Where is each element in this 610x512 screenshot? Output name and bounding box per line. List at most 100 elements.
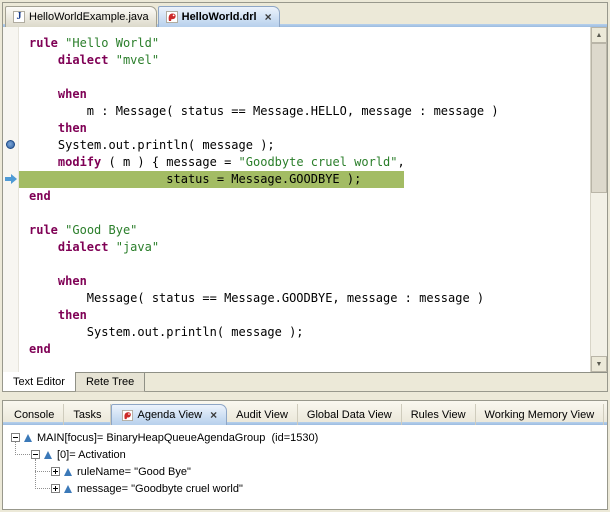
horizontal-sash[interactable] [2, 392, 608, 400]
code-line: System.out.println( message ); [19, 324, 590, 341]
code-string: "Goodbyte cruel world" [239, 155, 398, 169]
code-line: end [19, 341, 590, 358]
code-string: "Hello World" [65, 36, 159, 50]
code-line: rule "Good Bye" [19, 222, 590, 239]
code-line: Message( status == Message.GOODBYE, mess… [19, 290, 590, 307]
view-tab-label: Working Memory View [485, 409, 595, 421]
eclipse-workbench: J HelloWorldExample.java HelloWorld.drl … [0, 0, 610, 512]
scrollbar-track[interactable] [591, 193, 607, 356]
code-line: when [19, 86, 590, 103]
fact-triangle-icon [24, 434, 32, 442]
tree-item-label: message= "Goodbyte cruel world" [77, 483, 243, 495]
close-view-icon[interactable]: × [210, 410, 217, 420]
collapse-icon[interactable] [11, 433, 20, 442]
view-tab-label: Tasks [73, 409, 101, 421]
expand-icon[interactable] [51, 484, 60, 493]
view-tab-working-memory-view[interactable]: Working Memory View [476, 404, 605, 425]
java-file-icon: J [13, 11, 25, 23]
code-keyword: end [29, 189, 51, 203]
view-tab-label: Rules View [411, 409, 466, 421]
editor-tab-label: HelloWorld.drl [182, 11, 257, 23]
scrollbar-thumb[interactable] [591, 43, 607, 193]
view-tab-audit-view[interactable]: Audit View [227, 404, 298, 425]
scroll-down-icon[interactable]: ▼ [591, 356, 607, 372]
code-text: System.out.println( message ); [29, 138, 275, 152]
code-line: then [19, 120, 590, 137]
scroll-up-icon[interactable]: ▲ [591, 27, 607, 43]
view-tab-junit[interactable]: JUnit [604, 404, 610, 425]
collapse-icon[interactable] [31, 450, 40, 459]
tree-item[interactable]: [0]= Activation [3, 446, 607, 463]
view-tab-agenda-view[interactable]: Agenda View × [111, 404, 227, 425]
code-keyword: when [58, 274, 87, 288]
code-line-highlighted: status = Message.GOODBYE ); [19, 171, 590, 188]
editor-tab-label: HelloWorldExample.java [29, 11, 149, 23]
drools-view-icon [121, 409, 133, 421]
code-keyword: when [58, 87, 87, 101]
tree-item[interactable]: MAIN[focus]= BinaryHeapQueueAgendaGroup … [3, 429, 607, 446]
code-keyword: rule [29, 36, 58, 50]
tab-rete-tree[interactable]: Rete Tree [76, 373, 145, 392]
code-text: System.out.println( message ); [29, 325, 304, 339]
code-text: Message( status == Message.GOODBYE, mess… [29, 291, 484, 305]
code-line: rule "Hello World" [19, 35, 590, 52]
fact-triangle-icon [64, 485, 72, 493]
editor-tab-helloworldexample-java[interactable]: J HelloWorldExample.java [5, 6, 157, 27]
code-line: m : Message( status == Message.HELLO, me… [19, 103, 590, 120]
tree-item-label: ruleName= "Good Bye" [77, 466, 191, 478]
editor-group: J HelloWorldExample.java HelloWorld.drl … [2, 2, 608, 392]
code-text [108, 53, 115, 67]
code-text [108, 240, 115, 254]
tree-item-label: [0]= Activation [57, 449, 126, 461]
code-line: dialect "mvel" [19, 52, 590, 69]
view-tab-rules-view[interactable]: Rules View [402, 404, 476, 425]
editor-tab-bar: J HelloWorldExample.java HelloWorld.drl … [3, 3, 607, 27]
code-line: when [19, 273, 590, 290]
code-text: status = Message.GOODBYE ); [29, 172, 361, 186]
code-text [29, 121, 58, 135]
code-text [29, 308, 58, 322]
tree-item-label: MAIN[focus]= BinaryHeapQueueAgendaGroup … [37, 432, 318, 444]
view-tab-label: Agenda View [137, 409, 202, 421]
editor-mode-tabs: Text Editor Rete Tree [3, 372, 607, 391]
bottom-panel: Console Tasks Agenda View × Audit View Global… [2, 400, 608, 510]
code-keyword: then [58, 308, 87, 322]
code-keyword: then [58, 121, 87, 135]
code-text [29, 87, 58, 101]
code-string: "java" [116, 240, 159, 254]
code-keyword: dialect [58, 240, 109, 254]
tab-text-editor[interactable]: Text Editor [3, 372, 76, 391]
code-string: "mvel" [116, 53, 159, 67]
code-text [29, 274, 58, 288]
fact-triangle-icon [44, 451, 52, 459]
editor-gutter[interactable] [3, 27, 19, 372]
code-string: "Good Bye" [65, 223, 137, 237]
code-text: ( m ) { message = [101, 155, 238, 169]
code-keyword: end [29, 342, 51, 356]
view-tab-tasks[interactable]: Tasks [64, 404, 111, 425]
editor-tab-helloworld-drl[interactable]: HelloWorld.drl × [158, 6, 280, 27]
code-keyword: dialect [58, 53, 109, 67]
editor-body: rule "Hello World" dialect "mvel" when m… [3, 27, 607, 372]
tree-item[interactable]: ruleName= "Good Bye" [3, 463, 607, 480]
code-line: then [19, 307, 590, 324]
view-tab-label: Global Data View [307, 409, 392, 421]
expand-icon[interactable] [51, 467, 60, 476]
editor-vertical-scrollbar[interactable]: ▲ ▼ [590, 27, 607, 372]
code-text: m : Message( status == Message.HELLO, me… [29, 104, 499, 118]
code-text [29, 240, 58, 254]
tree-item[interactable]: message= "Goodbyte cruel world" [3, 480, 607, 497]
view-tab-bar: Console Tasks Agenda View × Audit View Global… [3, 401, 607, 425]
drools-file-icon [166, 11, 178, 23]
instruction-pointer-icon[interactable] [5, 174, 17, 184]
close-tab-icon[interactable]: × [265, 12, 272, 22]
code-line [19, 205, 590, 222]
fact-triangle-icon [64, 468, 72, 476]
view-tab-global-data-view[interactable]: Global Data View [298, 404, 402, 425]
code-area[interactable]: rule "Hello World" dialect "mvel" when m… [19, 27, 590, 372]
agenda-tree: MAIN[focus]= BinaryHeapQueueAgendaGroup … [3, 425, 607, 509]
breakpoint-icon[interactable] [6, 140, 15, 149]
view-tab-console[interactable]: Console [5, 404, 64, 425]
code-line: dialect "java" [19, 239, 590, 256]
code-text [29, 155, 58, 169]
